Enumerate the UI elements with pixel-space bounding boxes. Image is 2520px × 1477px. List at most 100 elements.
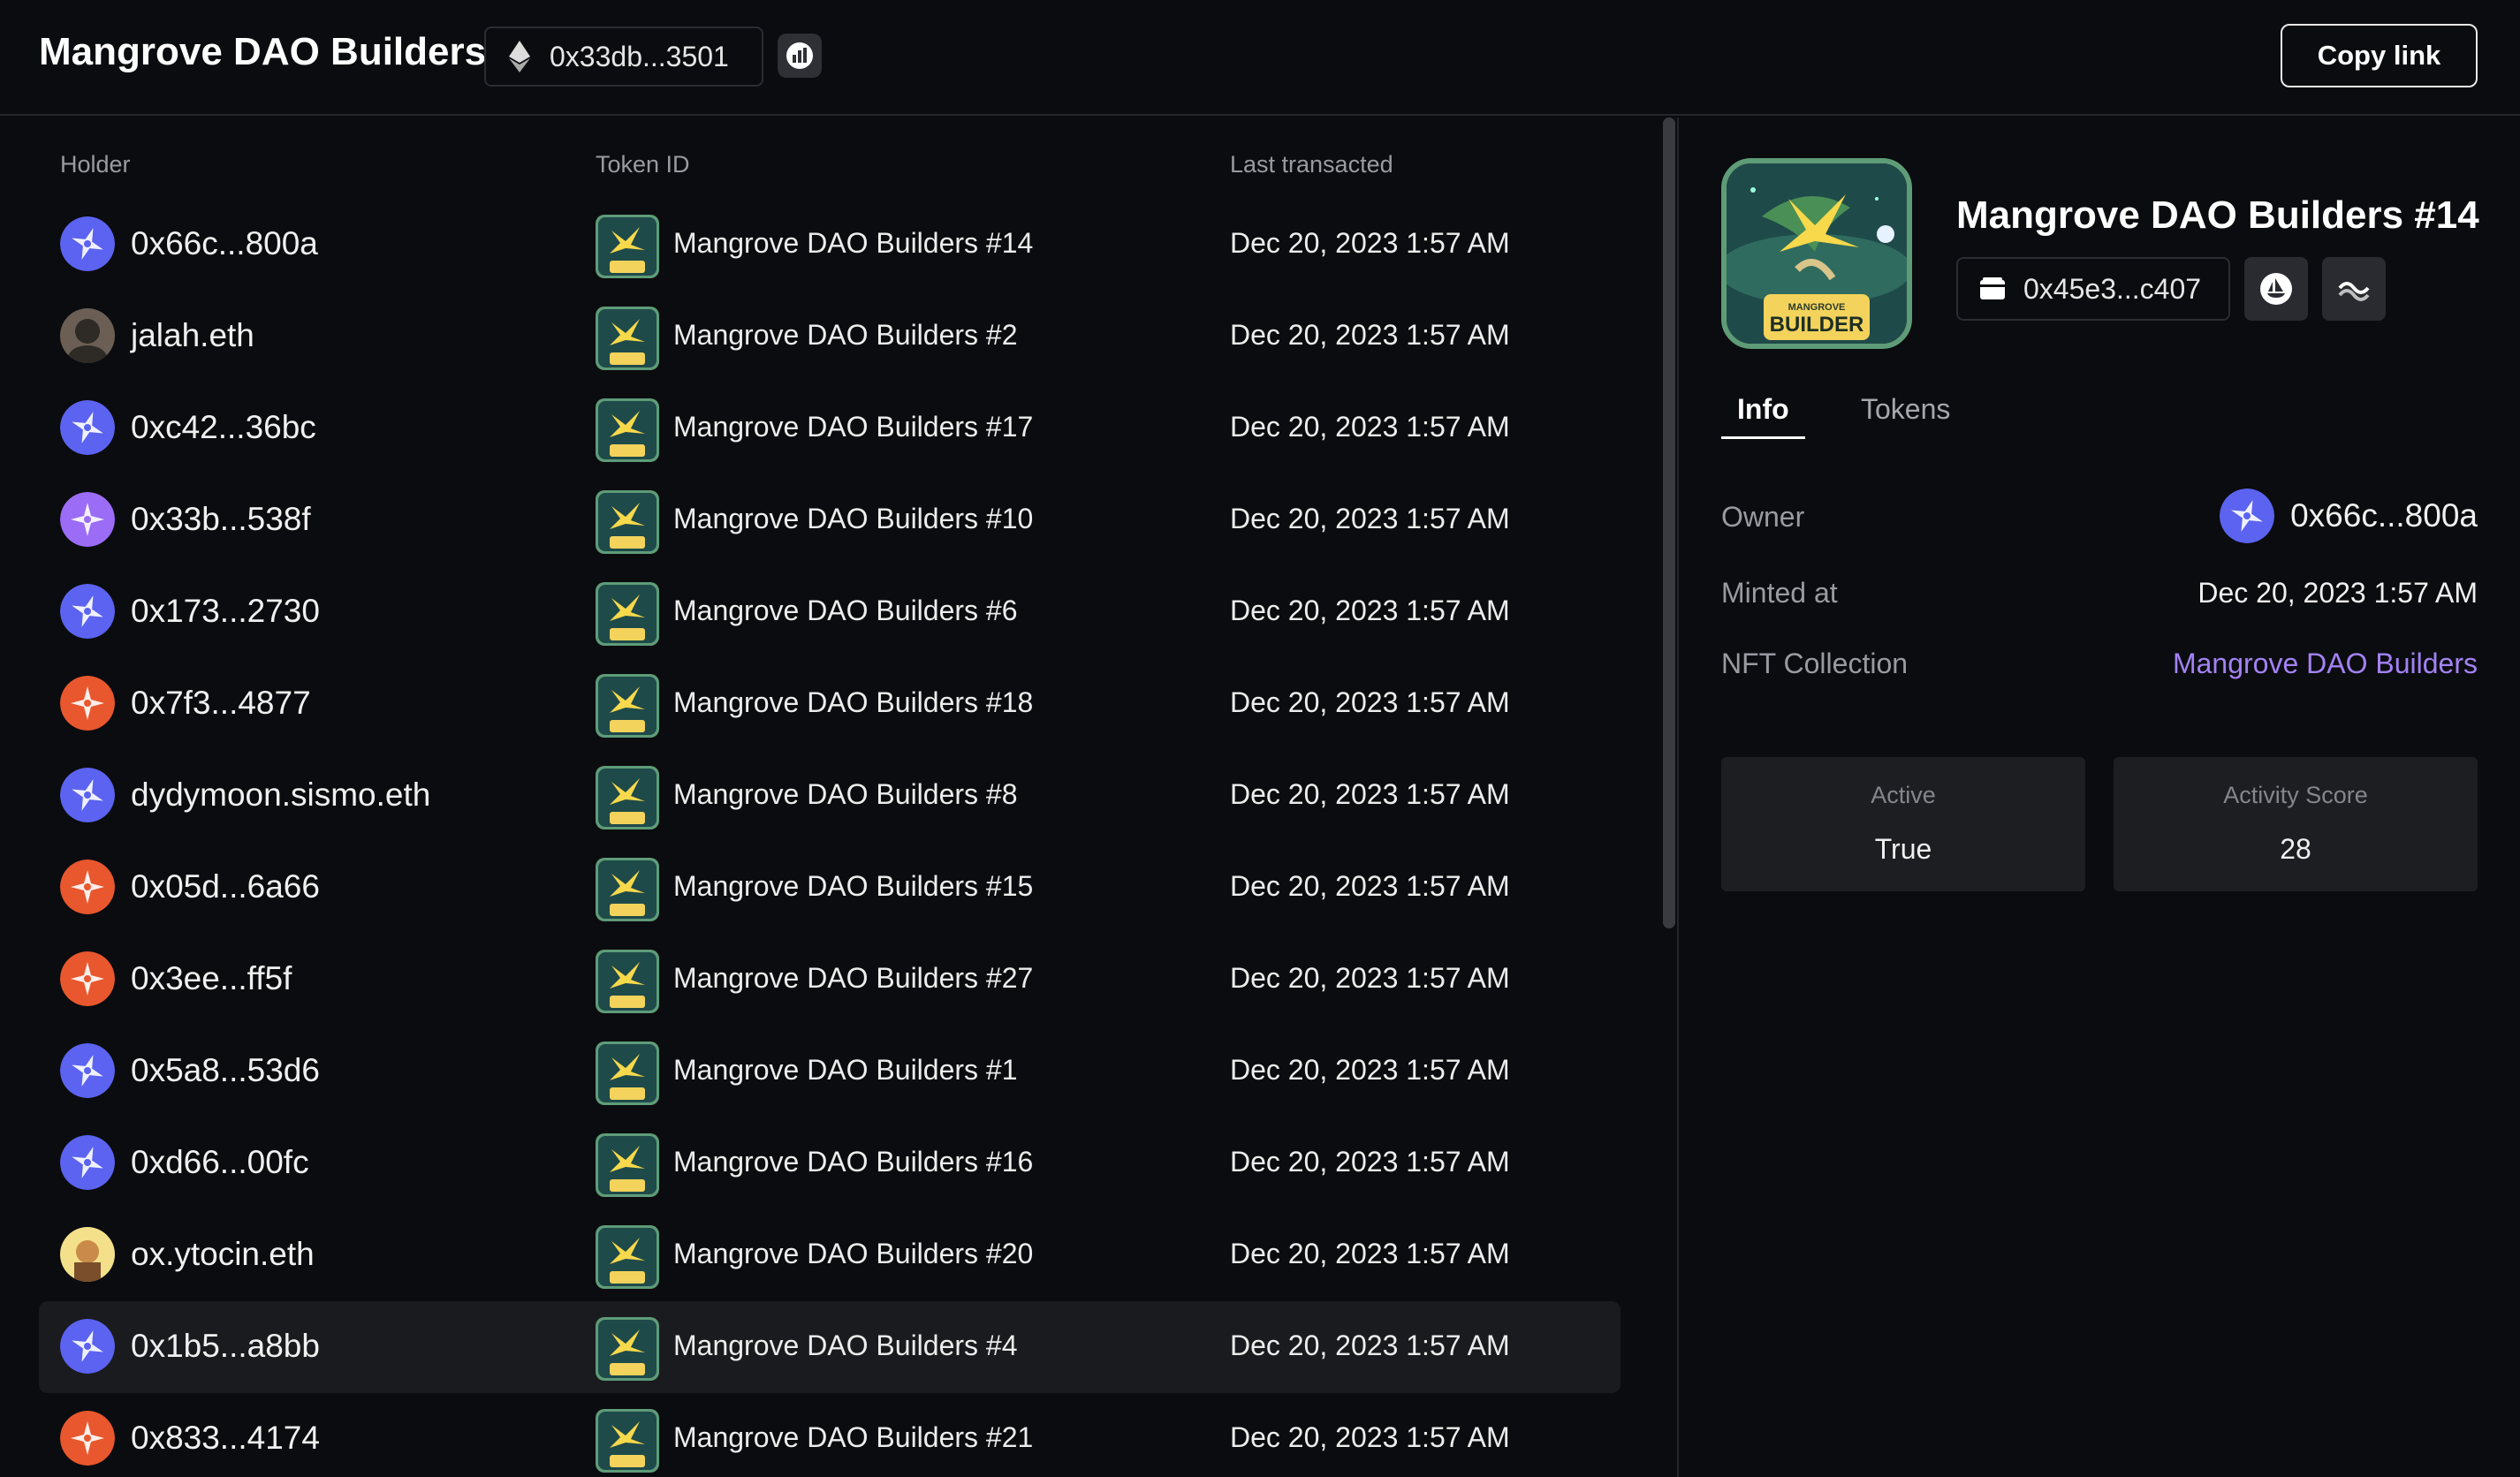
holder-avatar	[60, 308, 115, 363]
table-row[interactable]: 0x05d...6a66 Mangrove DAO Builders #15 Dec…	[39, 842, 1621, 934]
table-scrollbar[interactable]	[1663, 117, 1675, 928]
token-id[interactable]: Mangrove DAO Builders #2	[673, 319, 1018, 352]
last-transacted-date: Dec 20, 2023 1:57 AM	[1230, 319, 1510, 351]
token-id[interactable]: Mangrove DAO Builders #27	[673, 962, 1033, 995]
table-row[interactable]: 0x833...4174 Mangrove DAO Builders #21 Dec…	[39, 1393, 1621, 1477]
column-header-last-transacted[interactable]: Last transacted	[1230, 151, 1393, 178]
owner-link[interactable]: 0x66c...800a	[2220, 489, 2478, 543]
token-id[interactable]: Mangrove DAO Builders #20	[673, 1238, 1033, 1270]
tab-tokens[interactable]: Tokens	[1845, 383, 1966, 436]
holder-address[interactable]: 0x3ee...ff5f	[131, 960, 292, 997]
owner-value: 0x66c...800a	[2290, 497, 2478, 534]
holder-address[interactable]: 0x5a8...53d6	[131, 1052, 320, 1089]
holder-address[interactable]: 0x05d...6a66	[131, 868, 320, 905]
collection-link[interactable]: Mangrove DAO Builders	[2173, 648, 2478, 680]
table-row[interactable]: 0x173...2730 Mangrove DAO Builders #6 Dec …	[39, 566, 1621, 658]
holder-avatar	[60, 584, 115, 639]
table-row[interactable]: 0x7f3...4877 Mangrove DAO Builders #18 Dec…	[39, 658, 1621, 750]
opensea-button[interactable]	[2244, 257, 2308, 321]
analytics-icon	[786, 42, 813, 69]
last-transacted-date: Dec 20, 2023 1:57 AM	[1230, 778, 1510, 810]
table-row[interactable]: 0x3ee...ff5f Mangrove DAO Builders #27 Dec…	[39, 934, 1621, 1026]
token-id[interactable]: Mangrove DAO Builders #18	[673, 686, 1033, 719]
token-thumbnail	[596, 674, 659, 738]
stat-card-activity-score: Activity Score 28	[2114, 757, 2478, 891]
holder-address[interactable]: jalah.eth	[131, 317, 254, 354]
token-thumbnail	[596, 858, 659, 921]
last-transacted-date: Dec 20, 2023 1:57 AM	[1230, 1329, 1510, 1361]
holder-address[interactable]: 0xd66...00fc	[131, 1144, 309, 1181]
holder-avatar	[60, 1135, 115, 1190]
token-thumbnail	[596, 1409, 659, 1473]
nft-title: Mangrove DAO Builders #14	[1956, 193, 2479, 237]
token-thumbnail	[596, 1041, 659, 1105]
holder-address[interactable]: ox.ytocin.eth	[131, 1236, 315, 1273]
holder-address[interactable]: 0x7f3...4877	[131, 685, 311, 722]
table-row[interactable]: 0x5a8...53d6 Mangrove DAO Builders #1 Dec …	[39, 1026, 1621, 1117]
column-header-token-id[interactable]: Token ID	[596, 151, 690, 178]
last-transacted-date: Dec 20, 2023 1:57 AM	[1230, 503, 1510, 534]
app-window: Mangrove DAO Builders 0x33db...3501 Copy…	[0, 0, 2520, 1477]
holder-address[interactable]: 0x833...4174	[131, 1420, 320, 1457]
collection-title: Mangrove DAO Builders	[39, 30, 487, 73]
token-id[interactable]: Mangrove DAO Builders #21	[673, 1421, 1033, 1454]
opensea-icon	[2260, 273, 2292, 305]
wave-icon	[2338, 282, 2370, 301]
stat-card-active: Active True	[1721, 757, 2085, 891]
token-thumbnail	[596, 1317, 659, 1381]
token-thumbnail	[596, 307, 659, 370]
holder-address[interactable]: 0x66c...800a	[131, 225, 318, 262]
table-row[interactable]: ox.ytocin.eth Mangrove DAO Builders #20 De…	[39, 1209, 1621, 1301]
table-row[interactable]: 0x66c...800a Mangrove DAO Builders #14 Dec…	[39, 199, 1621, 291]
analytics-button[interactable]	[778, 34, 822, 78]
holder-avatar	[60, 1411, 115, 1466]
holder-avatar	[60, 768, 115, 822]
top-bar: Mangrove DAO Builders 0x33db...3501 Copy…	[0, 0, 2520, 116]
table-row[interactable]: 0xc42...36bc Mangrove DAO Builders #17 Dec…	[39, 383, 1621, 474]
copy-link-button[interactable]: Copy link	[2281, 24, 2478, 87]
table-body: 0x66c...800a Mangrove DAO Builders #14 Dec…	[39, 199, 1621, 1477]
table-row[interactable]: 0x1b5...a8bb Mangrove DAO Builders #4 Dec …	[39, 1301, 1621, 1393]
holder-avatar	[60, 216, 115, 271]
column-header-holder[interactable]: Holder	[60, 151, 131, 178]
tab-info[interactable]: Info	[1721, 383, 1805, 439]
token-thumbnail	[596, 1225, 659, 1289]
token-contract-chip[interactable]: 0x45e3...c407	[1956, 257, 2230, 321]
holder-address[interactable]: 0x173...2730	[131, 593, 320, 630]
holder-avatar	[60, 400, 115, 455]
holder-address[interactable]: 0xc42...36bc	[131, 409, 316, 446]
token-id[interactable]: Mangrove DAO Builders #8	[673, 778, 1018, 811]
token-id[interactable]: Mangrove DAO Builders #14	[673, 227, 1033, 260]
holder-avatar	[60, 1043, 115, 1098]
holder-address[interactable]: 0x33b...538f	[131, 501, 311, 538]
ethereum-icon	[509, 41, 530, 72]
marketplace-button[interactable]	[2322, 257, 2386, 321]
holder-address[interactable]: 0x1b5...a8bb	[131, 1328, 320, 1365]
contract-address-chip[interactable]: 0x33db...3501	[484, 27, 763, 87]
token-thumbnail	[596, 766, 659, 829]
last-transacted-date: Dec 20, 2023 1:57 AM	[1230, 1238, 1510, 1269]
wallet-icon	[1980, 277, 2005, 299]
last-transacted-date: Dec 20, 2023 1:57 AM	[1230, 870, 1510, 902]
token-thumbnail	[596, 215, 659, 278]
token-id[interactable]: Mangrove DAO Builders #4	[673, 1329, 1018, 1362]
token-thumbnail	[596, 582, 659, 646]
stat-label: Activity Score	[2223, 782, 2368, 808]
holders-table: Holder Token ID Last transacted 0x66c...…	[0, 117, 1661, 1477]
token-id[interactable]: Mangrove DAO Builders #10	[673, 503, 1033, 535]
token-id[interactable]: Mangrove DAO Builders #16	[673, 1146, 1033, 1178]
badge-small-text: MANGROVE	[1788, 302, 1846, 313]
table-row[interactable]: 0x33b...538f Mangrove DAO Builders #10 Dec…	[39, 474, 1621, 566]
table-row[interactable]: 0xd66...00fc Mangrove DAO Builders #16 Dec…	[39, 1117, 1621, 1209]
token-id[interactable]: Mangrove DAO Builders #6	[673, 595, 1018, 627]
stat-value: True	[1874, 833, 1932, 865]
token-id[interactable]: Mangrove DAO Builders #17	[673, 411, 1033, 443]
token-thumbnail	[596, 1133, 659, 1197]
token-id[interactable]: Mangrove DAO Builders #15	[673, 870, 1033, 903]
table-row[interactable]: jalah.eth Mangrove DAO Builders #2 Dec 20,…	[39, 291, 1621, 383]
token-thumbnail	[596, 490, 659, 554]
token-id[interactable]: Mangrove DAO Builders #1	[673, 1054, 1018, 1087]
minted-label: Minted at	[1721, 577, 1838, 609]
holder-address[interactable]: dydymoon.sismo.eth	[131, 776, 430, 814]
table-row[interactable]: dydymoon.sismo.eth Mangrove DAO Builders …	[39, 750, 1621, 842]
